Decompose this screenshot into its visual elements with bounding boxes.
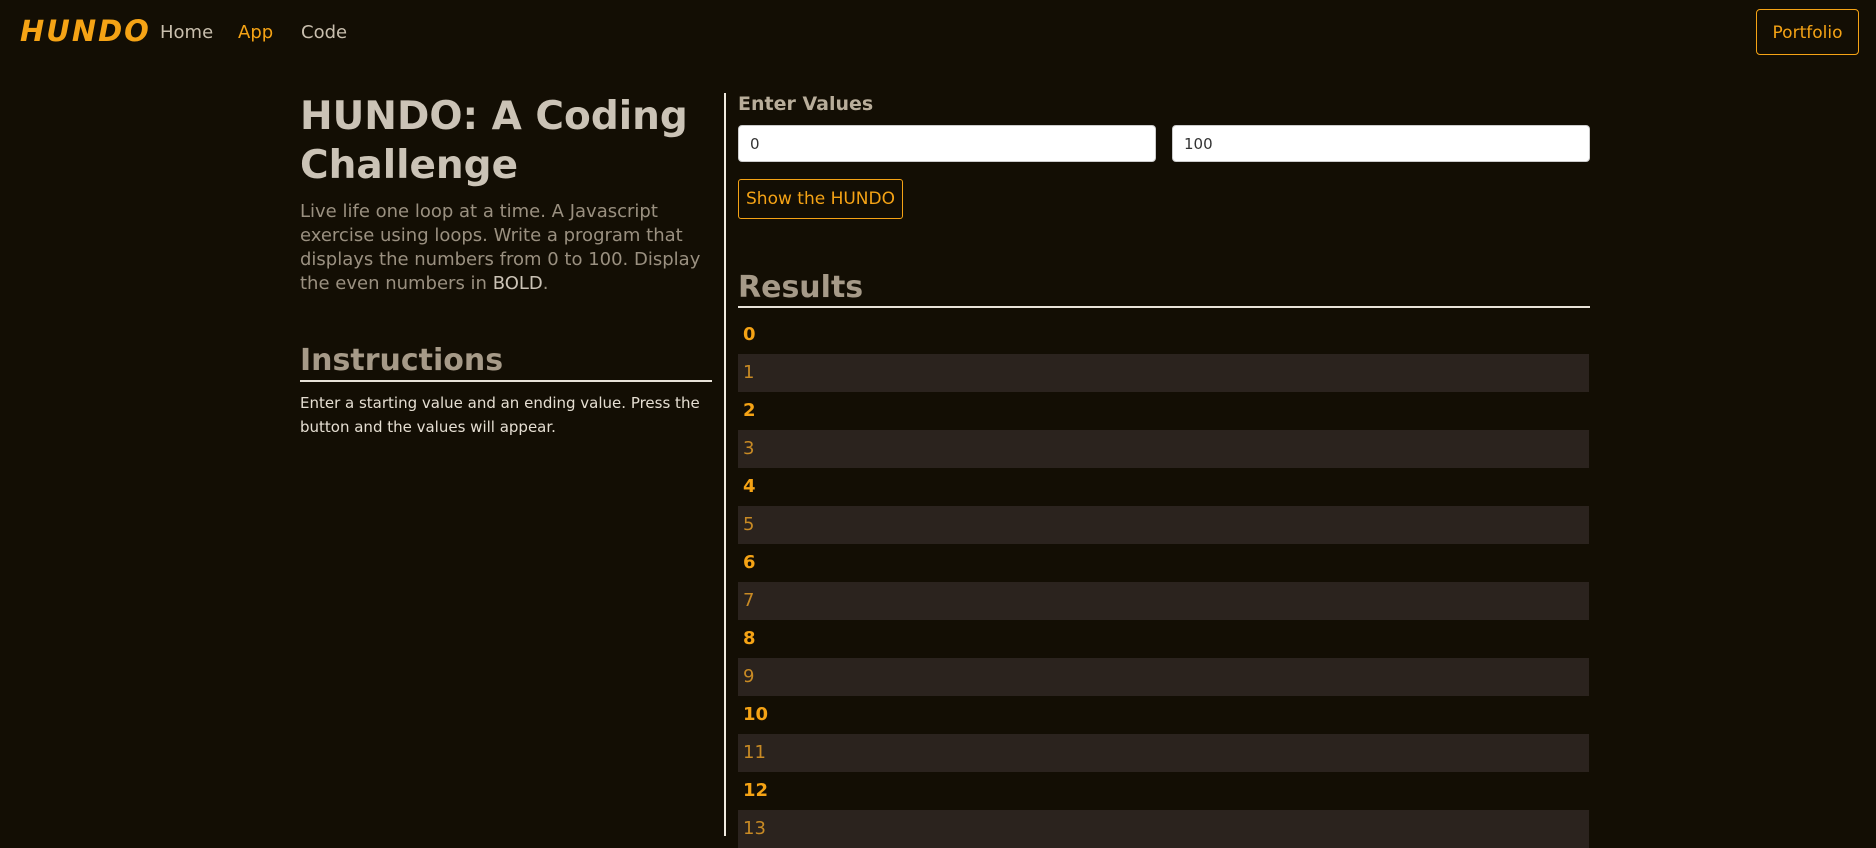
intro-lead: Live life one loop at a time. A Javascri… [300, 200, 712, 296]
nav-link-app[interactable]: App [238, 22, 273, 43]
enter-values-label: Enter Values [738, 93, 874, 115]
navbar: HUNDO Home App Code Portfolio [0, 0, 1876, 68]
portfolio-button[interactable]: Portfolio [1756, 9, 1859, 55]
show-hundo-button[interactable]: Show the HUNDO [738, 179, 903, 219]
instructions-title: Instructions [300, 342, 712, 382]
brand-logo[interactable]: HUNDO [20, 14, 151, 48]
start-value-input[interactable]: 0 [738, 125, 1156, 162]
nav-link-home[interactable]: Home [160, 22, 213, 43]
result-row: 7 [738, 582, 1589, 620]
result-row: 5 [738, 506, 1589, 544]
result-row: 9 [738, 658, 1589, 696]
result-row: 8 [743, 628, 756, 649]
nav-link-code[interactable]: Code [301, 22, 347, 43]
result-row: 11 [738, 734, 1589, 772]
result-row: 6 [743, 552, 756, 573]
result-row: 4 [743, 476, 756, 497]
results-list: 0 1 2 3 4 5 6 7 8 9 10 11 12 13 [738, 316, 1589, 848]
column-divider [724, 93, 726, 836]
instructions-text: Enter a starting value and an ending val… [300, 394, 700, 436]
intro-section: HUNDO: A Coding Challenge Live life one … [300, 92, 712, 296]
end-value-input[interactable]: 100 [1172, 125, 1590, 162]
intro-lead-end: . [542, 273, 549, 294]
result-row: 12 [743, 780, 769, 801]
result-row: 10 [743, 704, 769, 725]
intro-lead-emphasis: BOLD [492, 273, 543, 294]
result-row: 3 [738, 430, 1589, 468]
result-row: 1 [738, 354, 1589, 392]
page-title: HUNDO: A Coding Challenge [300, 94, 688, 188]
results-title: Results [738, 269, 1590, 308]
result-row: 2 [743, 400, 756, 421]
result-row: 13 [738, 810, 1589, 848]
result-row: 0 [743, 324, 756, 345]
